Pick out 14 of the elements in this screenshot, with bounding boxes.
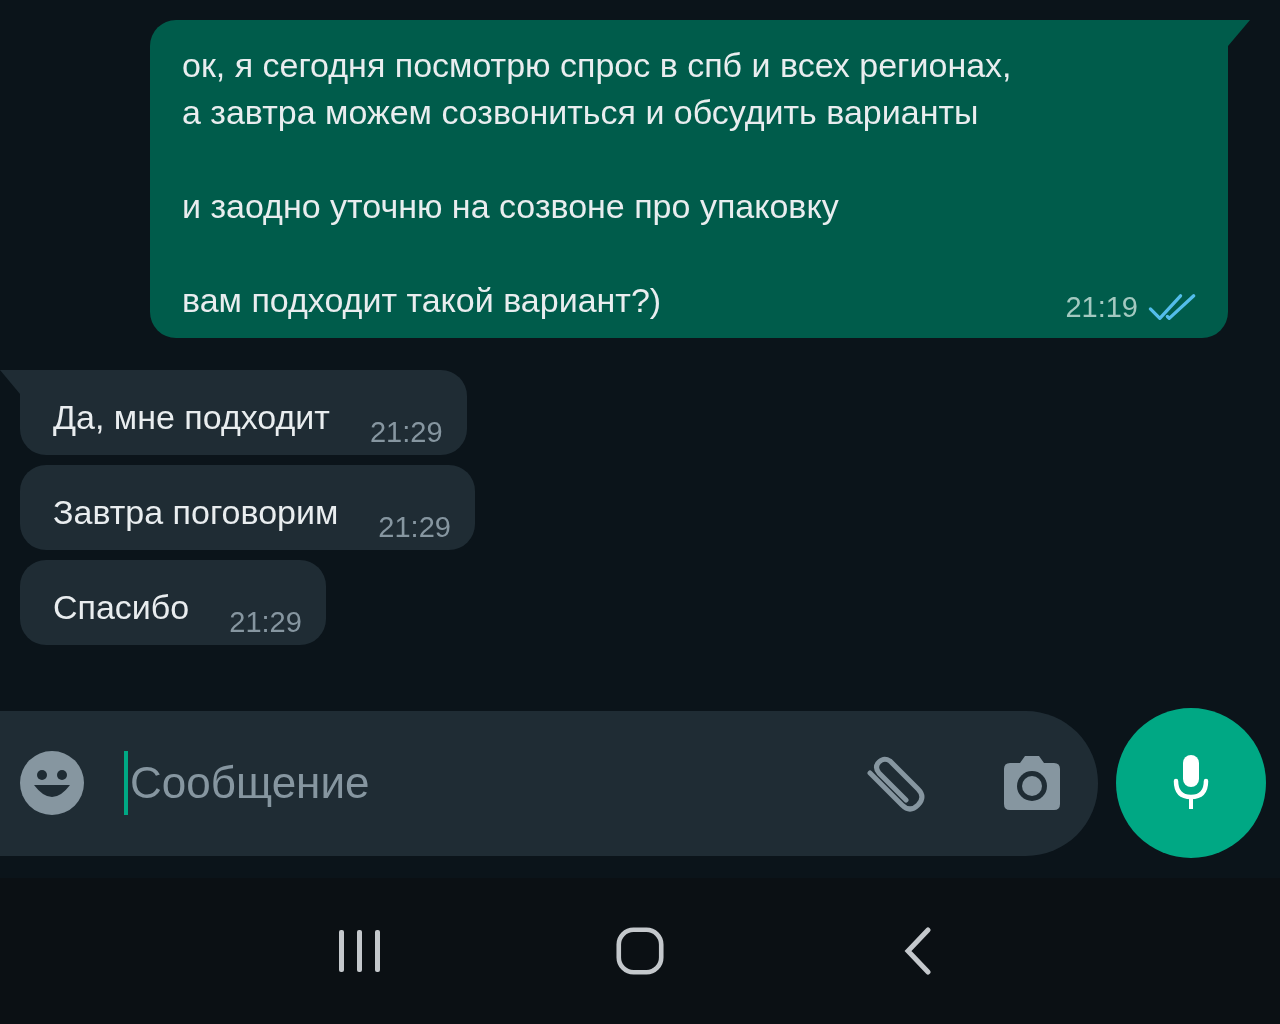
home-icon[interactable] [616, 927, 664, 975]
message-text: вам подходит такой вариант?) [182, 280, 663, 321]
message-text: Завтра поговорим [53, 492, 339, 533]
message-text: ок, я сегодня посмотрю спрос в спб и всех регионах, а завтра можем созвониться и обсудить варианты [182, 45, 1013, 133]
timestamp: 21:29 [369, 416, 443, 449]
message-text: Спасибо [53, 587, 190, 628]
message-text: Да, мне подходит [53, 397, 330, 438]
text-cursor [124, 751, 128, 815]
timestamp: 21:29 [378, 511, 451, 544]
message-field[interactable]: Сообщение [128, 758, 860, 808]
timestamp: 21:19 [1065, 291, 1138, 324]
emoji-icon[interactable] [20, 751, 84, 815]
timestamp: 21:29 [229, 606, 302, 639]
message-text: и заодно уточню на созвоне про упаковку [182, 186, 840, 227]
